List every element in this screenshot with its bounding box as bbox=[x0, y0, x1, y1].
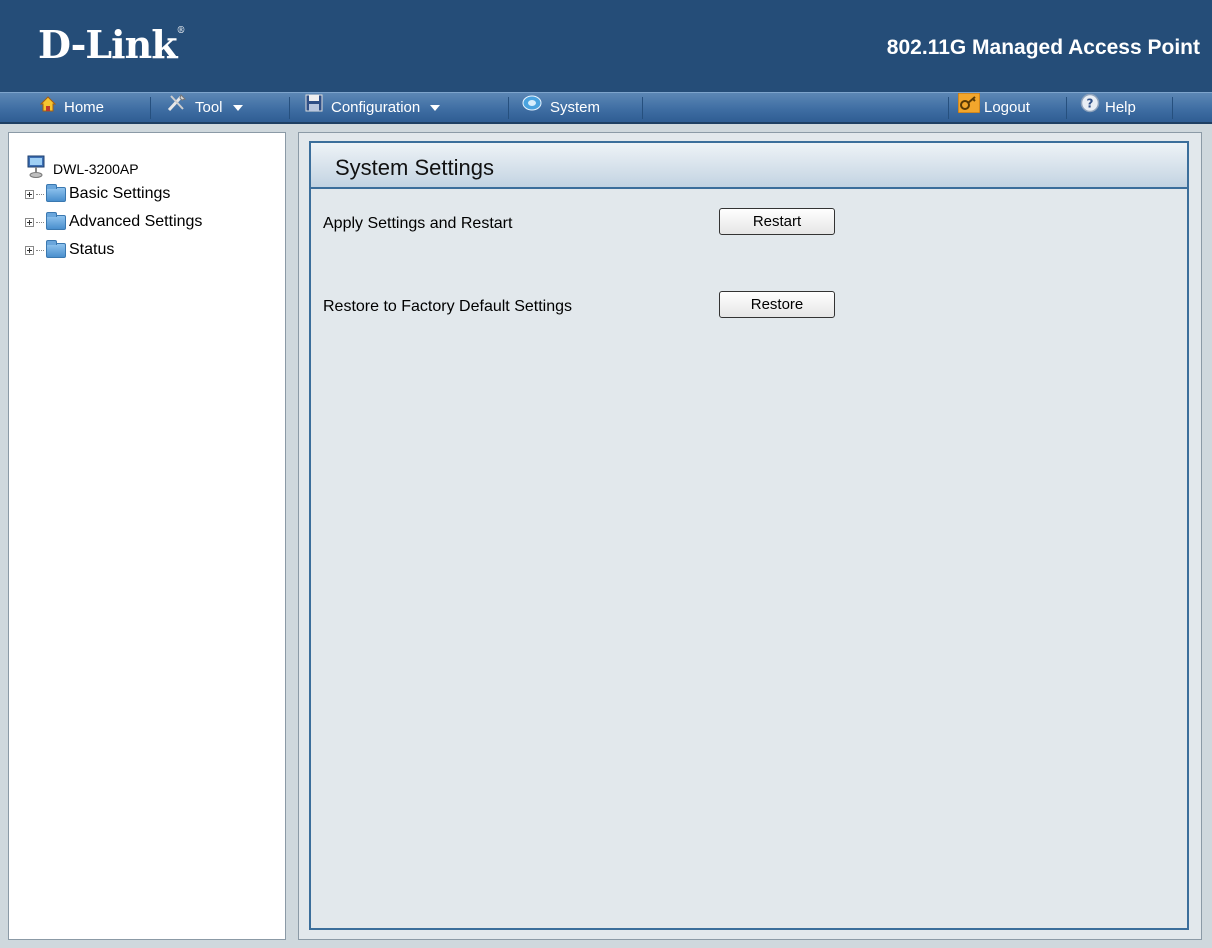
tree-node-status[interactable]: Status bbox=[25, 239, 114, 259]
restore-button[interactable]: Restore bbox=[719, 291, 835, 318]
system-settings-panel: System Settings Apply Settings and Resta… bbox=[309, 141, 1189, 930]
panel-header: System Settings bbox=[311, 143, 1187, 189]
menu-tool[interactable]: Tool bbox=[167, 93, 243, 122]
folder-icon bbox=[46, 211, 66, 230]
expand-icon[interactable] bbox=[25, 217, 34, 227]
page-title: System Settings bbox=[335, 155, 494, 180]
expand-icon[interactable] bbox=[25, 189, 34, 199]
product-title: 802.11G Managed Access Point bbox=[886, 36, 1200, 59]
menu-separator bbox=[289, 97, 290, 119]
menu-system[interactable]: System bbox=[522, 93, 600, 122]
menu-separator bbox=[948, 97, 949, 119]
save-disk-icon bbox=[305, 93, 323, 122]
help-icon: ? bbox=[1080, 93, 1100, 123]
menu-help[interactable]: ? Help bbox=[1080, 93, 1136, 122]
folder-icon bbox=[46, 183, 66, 202]
menu-separator bbox=[150, 97, 151, 119]
chevron-down-icon bbox=[232, 104, 243, 111]
tree-node-advanced-settings[interactable]: Advanced Settings bbox=[25, 211, 202, 231]
menu-separator bbox=[1066, 97, 1067, 119]
tool-icon bbox=[167, 93, 187, 122]
logout-key-icon bbox=[957, 92, 981, 123]
system-icon bbox=[522, 93, 542, 122]
home-icon bbox=[39, 93, 57, 122]
chevron-down-icon bbox=[430, 104, 441, 111]
navigation-tree: DWL-3200AP Basic Settings Advanced Setti… bbox=[8, 132, 286, 940]
menu-separator bbox=[1172, 97, 1173, 119]
folder-icon bbox=[46, 239, 66, 258]
expand-icon[interactable] bbox=[25, 245, 34, 255]
menu-configuration[interactable]: Configuration bbox=[305, 93, 441, 122]
restart-button[interactable]: Restart bbox=[719, 208, 835, 235]
menu-home[interactable]: Home bbox=[39, 93, 104, 122]
dlink-logo: D-Link® bbox=[38, 22, 186, 67]
apply-restart-label: Apply Settings and Restart bbox=[323, 215, 513, 232]
access-point-icon bbox=[27, 155, 49, 182]
restore-defaults-label: Restore to Factory Default Settings bbox=[323, 298, 572, 315]
menu-separator bbox=[508, 97, 509, 119]
menu-bar: Home Tool Configuration System Logout ? bbox=[0, 92, 1212, 124]
tree-root-device[interactable]: DWL-3200AP bbox=[27, 155, 139, 182]
tree-node-basic-settings[interactable]: Basic Settings bbox=[25, 183, 170, 203]
svg-text:?: ? bbox=[1087, 96, 1094, 110]
menu-separator bbox=[642, 97, 643, 119]
header-banner: D-Link® 802.11G Managed Access Point bbox=[0, 0, 1212, 92]
menu-logout[interactable]: Logout bbox=[957, 92, 1030, 123]
